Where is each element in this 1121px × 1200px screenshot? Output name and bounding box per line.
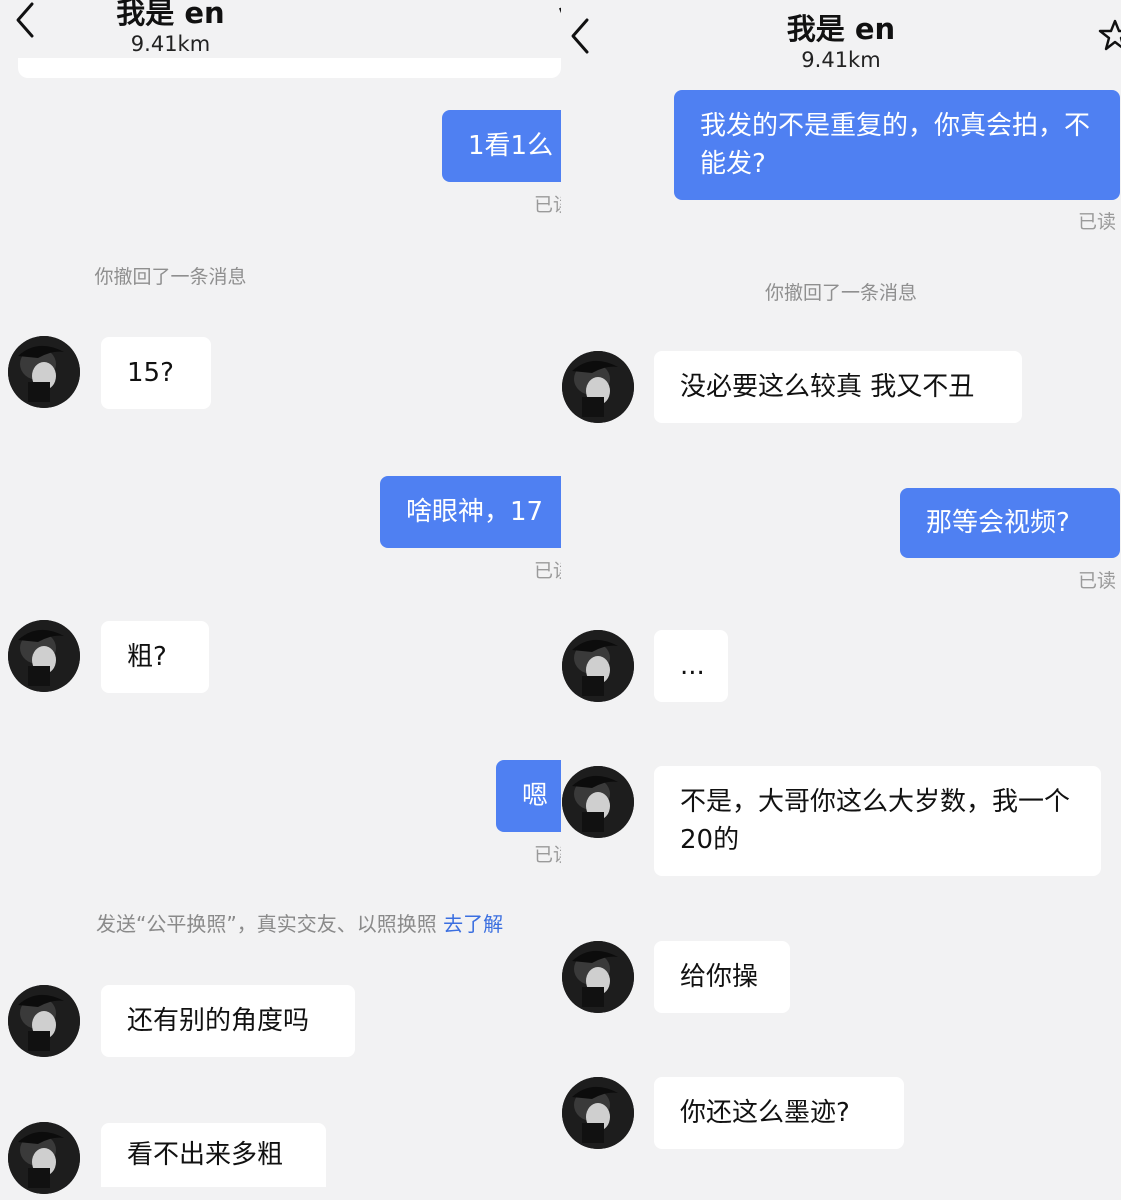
message-text: 啥眼神，17 bbox=[406, 497, 544, 527]
learn-more-link[interactable]: 去了解 bbox=[443, 912, 503, 936]
message-text: 给你操 bbox=[680, 962, 759, 992]
incoming-message[interactable]: 看不出来多粗 bbox=[101, 1123, 326, 1187]
recall-notice: 你撤回了一条消息 bbox=[94, 266, 247, 288]
chat-screen-left: 我是 en 9.41km 1看1么 已读 你撤回了一条消息 15? bbox=[0, 0, 561, 1200]
message-text: 嗯 bbox=[522, 781, 549, 811]
incoming-message[interactable]: 给你操 bbox=[654, 941, 790, 1013]
avatar[interactable] bbox=[8, 1122, 80, 1194]
read-receipt: 已读 bbox=[534, 194, 561, 216]
read-receipt: 已读 bbox=[1078, 570, 1117, 592]
avatar[interactable] bbox=[8, 336, 80, 408]
message-text: 1看1么 bbox=[468, 131, 554, 161]
outgoing-message[interactable]: 1看1么 bbox=[442, 110, 561, 182]
message-text: ... bbox=[680, 651, 705, 681]
chat-title: 我是 en bbox=[116, 0, 225, 30]
fair-photo-exchange-tip: 发送“公平换照”，真实交友、以照换照 去了解 bbox=[96, 908, 503, 937]
outgoing-message[interactable]: 嗯 bbox=[496, 760, 561, 832]
avatar[interactable] bbox=[562, 766, 634, 838]
message-text: 粗? bbox=[127, 642, 167, 672]
read-receipt: 已读 bbox=[534, 560, 561, 582]
read-receipt: 已读 bbox=[1078, 211, 1117, 233]
avatar[interactable] bbox=[562, 941, 634, 1013]
outgoing-message[interactable]: 啥眼神，17 bbox=[380, 476, 561, 548]
avatar[interactable] bbox=[562, 351, 634, 423]
star-icon[interactable] bbox=[1098, 18, 1121, 52]
outgoing-message[interactable]: 我发的不是重复的，你真会拍，不能发? bbox=[674, 90, 1120, 200]
avatar[interactable] bbox=[562, 630, 634, 702]
tip-text: 发送“公平换照”，真实交友、以照换照 bbox=[96, 912, 437, 936]
message-text: 那等会视频? bbox=[926, 508, 1070, 538]
read-receipt: 已读 bbox=[534, 844, 561, 866]
avatar[interactable] bbox=[562, 1077, 634, 1149]
outgoing-message[interactable]: 那等会视频? bbox=[900, 488, 1120, 558]
incoming-message[interactable]: 还有别的角度吗 bbox=[101, 985, 355, 1057]
incoming-message[interactable]: 你还这么墨迹? bbox=[654, 1077, 904, 1149]
incoming-message[interactable]: 15? bbox=[101, 337, 211, 409]
recall-notice: 你撤回了一条消息 bbox=[764, 282, 917, 304]
message-text: 15? bbox=[127, 358, 174, 388]
chat-title: 我是 en bbox=[786, 12, 896, 46]
incoming-message[interactable]: 粗? bbox=[101, 621, 209, 693]
incoming-message[interactable]: 没必要这么较真 我又不丑 bbox=[654, 351, 1022, 423]
chat-header: 我是 en 9.41km bbox=[561, 0, 1121, 90]
distance-label: 9.41km bbox=[801, 48, 881, 72]
message-text: 还有别的角度吗 bbox=[127, 1006, 310, 1036]
message-text: 你还这么墨迹? bbox=[680, 1098, 850, 1128]
chat-screen-right: 我是 en 9.41km 我发的不是重复的，你真会拍，不能发? 已读 你撤回了一… bbox=[561, 0, 1121, 1200]
star-icon[interactable] bbox=[550, 6, 561, 26]
top-card bbox=[18, 58, 561, 78]
message-text: 看不出来多粗 bbox=[127, 1140, 284, 1170]
message-text: 我发的不是重复的，你真会拍，不能发? bbox=[700, 111, 1091, 179]
distance-label: 9.41km bbox=[130, 32, 211, 56]
screenshot-collage: 我是 en 9.41km 1看1么 已读 你撤回了一条消息 15? bbox=[0, 0, 1121, 1200]
incoming-message[interactable]: 不是，大哥你这么大岁数，我一个20的 bbox=[654, 766, 1101, 876]
incoming-message[interactable]: ... bbox=[654, 630, 728, 702]
avatar[interactable] bbox=[8, 985, 80, 1057]
message-text: 不是，大哥你这么大岁数，我一个20的 bbox=[680, 787, 1071, 855]
avatar[interactable] bbox=[8, 620, 80, 692]
message-text: 没必要这么较真 我又不丑 bbox=[680, 372, 975, 402]
